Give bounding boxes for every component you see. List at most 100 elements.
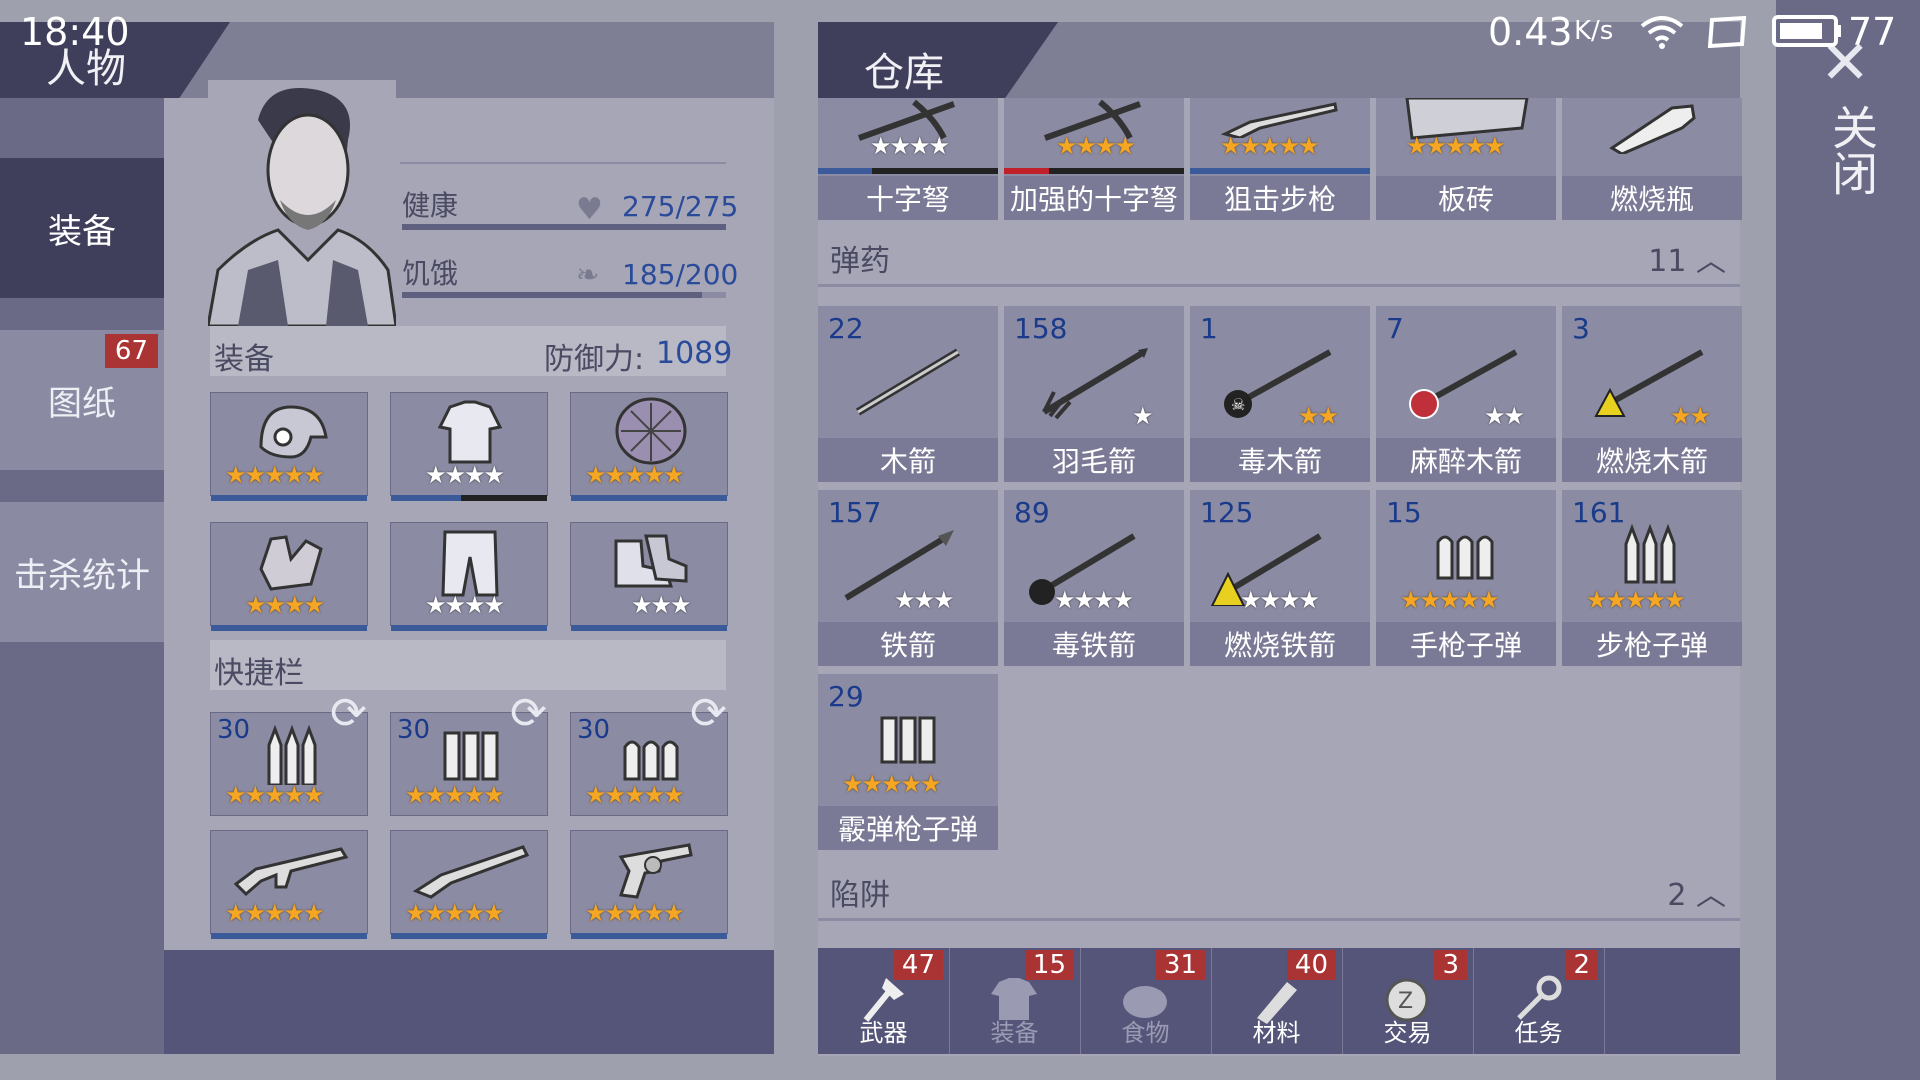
item-crossbow[interactable]: ★★★★ 十字弩 bbox=[818, 98, 998, 220]
item-stars: ★★★★ bbox=[870, 132, 950, 160]
defense-value: 1089 bbox=[656, 336, 733, 371]
swap-icon[interactable]: ⟳ bbox=[690, 688, 727, 739]
character-tabs: 装备 图纸 67 击杀统计 bbox=[0, 98, 164, 1054]
tab-gear[interactable]: 15 装备 bbox=[949, 948, 1081, 1054]
svg-text:Z: Z bbox=[1398, 989, 1413, 1014]
tab-equipment[interactable]: 装备 bbox=[0, 158, 164, 298]
durability-bar bbox=[818, 168, 998, 174]
ammo-label: 毒铁箭 bbox=[1004, 622, 1184, 666]
defense-label: 防御力: bbox=[544, 342, 645, 377]
revolver-icon bbox=[618, 843, 693, 899]
tab-kill-stats-label: 击杀统计 bbox=[14, 555, 150, 596]
equip-stars: ★★★★ bbox=[425, 461, 505, 489]
category-ammo[interactable]: 弹药 11 ︿ bbox=[818, 228, 1740, 287]
ammo-item[interactable]: 161 ★★★★★ 步枪子弹 bbox=[1562, 490, 1742, 666]
shell-armor-icon bbox=[615, 397, 687, 465]
equip-slot-hands[interactable]: ★★★★ bbox=[210, 522, 368, 631]
tab-weapons[interactable]: 47 武器 bbox=[818, 948, 950, 1054]
swap-icon[interactable]: ⟳ bbox=[510, 688, 547, 739]
chevron-up-icon[interactable]: ︿ bbox=[1696, 878, 1726, 913]
ammo-item[interactable]: 15 ★★★★★ 手枪子弹 bbox=[1376, 490, 1556, 666]
item-molotov[interactable]: 燃烧瓶 bbox=[1562, 98, 1742, 220]
ammo-item[interactable]: 22 木箭 bbox=[818, 306, 998, 482]
quickbar-slot-6[interactable]: ★★★★★ bbox=[570, 830, 728, 939]
quickbar-stars: ★★★★★ bbox=[405, 781, 505, 809]
warehouse-title: 仓库 bbox=[864, 50, 944, 96]
character-portrait bbox=[208, 80, 396, 326]
quickbar-slot-4[interactable]: ★★★★★ bbox=[210, 830, 368, 939]
equip-slot-feet[interactable]: ★★★ bbox=[570, 522, 728, 631]
tab-food[interactable]: 31 食物 bbox=[1080, 948, 1212, 1054]
category-traps-count-value: 2 bbox=[1667, 878, 1687, 913]
ammo-count: 22 bbox=[828, 312, 864, 345]
item-brick[interactable]: ★★★★★ 板砖 bbox=[1376, 98, 1556, 220]
tab-quests[interactable]: 2 任务 bbox=[1473, 948, 1605, 1054]
ammo-count: 3 bbox=[1572, 312, 1590, 345]
tab-blueprints[interactable]: 图纸 67 bbox=[0, 330, 164, 470]
durability-bar bbox=[211, 495, 367, 501]
equip-slot-armor[interactable]: ★★★★★ bbox=[570, 392, 728, 501]
equipment-section-header bbox=[210, 326, 726, 376]
equip-stars: ★★★★ bbox=[425, 591, 505, 619]
ammo-count: 158 bbox=[1014, 312, 1068, 345]
chevron-up-icon[interactable]: ︿ bbox=[1696, 244, 1726, 279]
ammo-item[interactable]: 157 ★★★ 铁箭 bbox=[818, 490, 998, 666]
quickbar-slot-5[interactable]: ★★★★★ bbox=[390, 830, 548, 939]
tab-label: 食物 bbox=[1121, 1019, 1170, 1047]
ammo-count: 7 bbox=[1386, 312, 1404, 345]
status-network-speed: 0.43 bbox=[1488, 10, 1573, 54]
durability-bar bbox=[211, 933, 367, 939]
item-stars: ★★★★ bbox=[1056, 132, 1136, 160]
tab-trade[interactable]: 3 Z 交易 bbox=[1342, 948, 1474, 1054]
pants-icon bbox=[441, 530, 499, 597]
category-ammo-count-value: 11 bbox=[1648, 244, 1687, 279]
tab-label: 任务 bbox=[1514, 1019, 1563, 1047]
ammo-item[interactable]: 29 ★★★★★ 霰弹枪子弹 bbox=[818, 674, 998, 850]
ammo-item[interactable]: 3 ★★ 燃烧木箭 bbox=[1562, 306, 1742, 482]
category-traps[interactable]: 陷阱 2 ︿ bbox=[818, 862, 1740, 921]
ammo-item[interactable]: 158 ★ 羽毛箭 bbox=[1004, 306, 1184, 482]
close-label[interactable]: 关闭 bbox=[1818, 104, 1879, 196]
molotov-icon bbox=[1609, 104, 1696, 154]
equip-slot-body[interactable]: ★★★★ bbox=[390, 392, 548, 501]
ammo-item[interactable]: 1 ☠ ★★ 毒木箭 bbox=[1190, 306, 1370, 482]
ammo-stars: ★★ bbox=[1298, 402, 1339, 430]
status-battery: 77 bbox=[1848, 10, 1897, 54]
swap-icon[interactable]: ⟳ bbox=[330, 688, 367, 739]
divider bbox=[400, 162, 726, 164]
rifle-bullets-icon bbox=[267, 725, 317, 785]
ammo-label: 手枪子弹 bbox=[1376, 622, 1556, 666]
ammo-item[interactable]: 7 ★★ 麻醉木箭 bbox=[1376, 306, 1556, 482]
ammo-label: 燃烧木箭 bbox=[1562, 438, 1742, 482]
wooden-arrow-icon bbox=[855, 348, 961, 416]
tab-materials[interactable]: 40 材料 bbox=[1211, 948, 1343, 1054]
category-ammo-label: 弹药 bbox=[830, 244, 890, 279]
blueprints-badge: 67 bbox=[104, 334, 158, 368]
equip-slot-head[interactable]: ★★★★★ bbox=[210, 392, 368, 501]
quickbar-stars: ★★★★★ bbox=[585, 781, 685, 809]
ammo-item[interactable]: 125 ★★★★ 燃烧铁箭 bbox=[1190, 490, 1370, 666]
ammo-label: 羽毛箭 bbox=[1004, 438, 1184, 482]
tab-kill-stats[interactable]: 击杀统计 bbox=[0, 502, 164, 642]
tab-label: 装备 bbox=[990, 1019, 1039, 1047]
hunger-bar bbox=[402, 292, 702, 298]
battery-icon bbox=[1772, 15, 1841, 47]
heart-icon: ♥ bbox=[576, 192, 603, 227]
stomach-icon: ❧ bbox=[576, 258, 600, 291]
durability-bar bbox=[391, 495, 547, 501]
equip-slot-legs[interactable]: ★★★★ bbox=[390, 522, 548, 631]
hunger-label: 饥饿 bbox=[402, 257, 459, 290]
quickbar-stars: ★★★★★ bbox=[225, 899, 325, 927]
pistol-bullets-icon bbox=[623, 740, 679, 781]
item-sniper-rifle[interactable]: ★★★★★ 狙击步枪 bbox=[1190, 98, 1370, 220]
ammo-label: 燃烧铁箭 bbox=[1190, 622, 1370, 666]
item-reinforced-crossbow[interactable]: ★★★★ 加强的十字弩 bbox=[1004, 98, 1184, 220]
ammo-count: 29 bbox=[828, 680, 864, 713]
category-ammo-count: 11 ︿ bbox=[1648, 236, 1726, 280]
hunger-value: 185/200 bbox=[622, 258, 739, 291]
item-label: 加强的十字弩 bbox=[1004, 176, 1184, 220]
shotgun-shells-icon bbox=[880, 716, 936, 764]
ammo-count: 125 bbox=[1200, 496, 1254, 529]
tab-label: 交易 bbox=[1383, 1019, 1432, 1047]
ammo-item[interactable]: 89 ★★★★ 毒铁箭 bbox=[1004, 490, 1184, 666]
